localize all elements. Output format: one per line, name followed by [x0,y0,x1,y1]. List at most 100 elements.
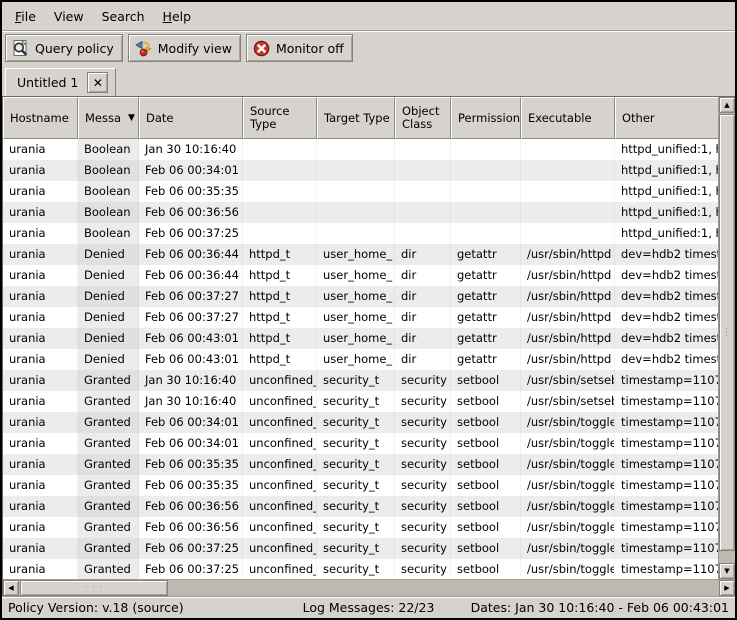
table-row[interactable]: uraniaGrantedFeb 06 00:36:56unconfined_s… [3,496,718,517]
table-row[interactable]: uraniaBooleanFeb 06 00:35:35httpd_unifie… [3,181,718,202]
cell-executable: /usr/sbin/toggle [521,475,615,496]
cell-source [243,160,317,181]
cell-message: Granted [78,517,139,538]
tab-close-button[interactable]: ✕ [87,72,108,93]
table-row[interactable]: uraniaDeniedFeb 06 00:37:27httpd_tuser_h… [3,307,718,328]
vertical-scrollbar[interactable]: ▲ ⋮ ▼ [718,97,735,579]
table-row[interactable]: uraniaDeniedFeb 06 00:37:27httpd_tuser_h… [3,286,718,307]
cell-hostname: urania [3,223,78,244]
table-row[interactable]: uraniaBooleanFeb 06 00:34:01httpd_unifie… [3,160,718,181]
column-header-hostname[interactable]: Hostname [3,97,78,139]
cell-executable: /usr/sbin/httpd [521,265,615,286]
cell-executable: /usr/sbin/httpd [521,328,615,349]
table-row[interactable]: uraniaBooleanJan 30 10:16:40httpd_unifie… [3,139,718,160]
thumb-grip-icon: ⋮ [722,331,732,335]
column-header-date[interactable]: Date [139,97,243,139]
cell-permission [451,223,521,244]
cell-target: security_t [317,454,395,475]
table-row[interactable]: uraniaDeniedFeb 06 00:36:44httpd_tuser_h… [3,265,718,286]
cell-target: security_t [317,559,395,579]
cell-message: Granted [78,412,139,433]
menu-search[interactable]: Search [93,4,154,29]
column-header-source[interactable]: Source Type [243,97,317,139]
cell-message: Boolean [78,202,139,223]
table-row[interactable]: uraniaDeniedFeb 06 00:36:44httpd_tuser_h… [3,244,718,265]
cell-permission [451,202,521,223]
column-header-target[interactable]: Target Type [317,97,395,139]
table-row[interactable]: uraniaGrantedFeb 06 00:35:35unconfined_s… [3,475,718,496]
monitor-off-button[interactable]: Monitor off [246,34,353,62]
cell-objclass: dir [395,265,451,286]
cell-executable [521,202,615,223]
column-header-executable[interactable]: Executable [521,97,615,139]
table-row[interactable]: uraniaDeniedFeb 06 00:43:01httpd_tuser_h… [3,349,718,370]
table-row[interactable]: uraniaGrantedFeb 06 00:37:25unconfined_s… [3,559,718,579]
cell-target [317,223,395,244]
table-row[interactable]: uraniaDeniedFeb 06 00:43:01httpd_tuser_h… [3,328,718,349]
scroll-right-button[interactable]: ▶ [719,580,735,596]
close-icon: ✕ [93,76,103,90]
column-header-objclass[interactable]: Object Class [395,97,451,139]
cell-message: Granted [78,496,139,517]
tab-untitled-1[interactable]: Untitled 1 ✕ [5,68,116,96]
cell-target: user_home_ [317,244,395,265]
cell-target: security_t [317,370,395,391]
table-row[interactable]: uraniaGrantedFeb 06 00:36:56unconfined_s… [3,517,718,538]
menu-help[interactable]: Help [154,4,201,29]
cell-other: timestamp=11076 [615,559,718,579]
horizontal-scrollbar[interactable]: ◀ · · · ▶ [3,579,735,596]
query-policy-button[interactable]: Query policy [5,34,123,62]
cell-permission: setbool [451,517,521,538]
vertical-scrollbar-thumb[interactable]: ⋮ [719,114,735,551]
scroll-down-button[interactable]: ▼ [719,563,735,579]
table-header-row: HostnameMessa▼DateSource TypeTarget Type… [3,97,718,139]
modify-view-button[interactable]: Modify view [128,34,241,62]
table-row[interactable]: uraniaGrantedJan 30 10:16:40unconfined_s… [3,391,718,412]
cell-other: timestamp=11076 [615,433,718,454]
scroll-up-button[interactable]: ▲ [719,97,735,113]
cell-message: Boolean [78,181,139,202]
tab-title: Untitled 1 [17,75,78,90]
cell-source [243,223,317,244]
cell-source: httpd_t [243,244,317,265]
menu-view-label: View [54,9,84,24]
table-row[interactable]: uraniaGrantedFeb 06 00:35:35unconfined_s… [3,454,718,475]
horizontal-scrollbar-thumb[interactable]: · · · [20,580,168,596]
cell-other: dev=hdb2 timesta [615,286,718,307]
column-header-message[interactable]: Messa▼ [78,97,139,139]
table-row[interactable]: uraniaGrantedFeb 06 00:37:25unconfined_s… [3,538,718,559]
toolbar: Query policy Modify view Mo [2,31,735,66]
cell-other: httpd_unified:1, h [615,223,718,244]
cell-target [317,160,395,181]
cell-date: Feb 06 00:37:27 [139,286,243,307]
column-header-label: Messa [85,112,121,125]
cell-target: security_t [317,538,395,559]
column-header-other[interactable]: Other [615,97,718,139]
table-row[interactable]: uraniaBooleanFeb 06 00:36:56httpd_unifie… [3,202,718,223]
table-row[interactable]: uraniaBooleanFeb 06 00:37:25httpd_unifie… [3,223,718,244]
cell-message: Granted [78,433,139,454]
cell-hostname: urania [3,139,78,160]
cell-source: httpd_t [243,328,317,349]
column-header-permission[interactable]: Permission [451,97,521,139]
cell-date: Feb 06 00:34:01 [139,433,243,454]
cell-executable: /usr/sbin/toggle [521,538,615,559]
cell-other: dev=hdb2 timesta [615,349,718,370]
cell-executable [521,181,615,202]
cell-hostname: urania [3,349,78,370]
cell-source [243,202,317,223]
menu-view[interactable]: View [45,4,93,29]
menu-file[interactable]: File [6,4,45,29]
menu-bar: File View Search Help [2,2,735,31]
cell-objclass: dir [395,244,451,265]
cell-hostname: urania [3,412,78,433]
cell-executable [521,223,615,244]
table-row[interactable]: uraniaGrantedFeb 06 00:34:01unconfined_s… [3,433,718,454]
scroll-left-button[interactable]: ◀ [3,580,19,596]
table-row[interactable]: uraniaGrantedFeb 06 00:34:01unconfined_s… [3,412,718,433]
table-row[interactable]: uraniaGrantedJan 30 10:16:40unconfined_s… [3,370,718,391]
cell-source: unconfined_ [243,538,317,559]
cell-objclass: security [395,433,451,454]
cell-target: user_home_ [317,349,395,370]
menu-help-accel: H [163,9,172,24]
